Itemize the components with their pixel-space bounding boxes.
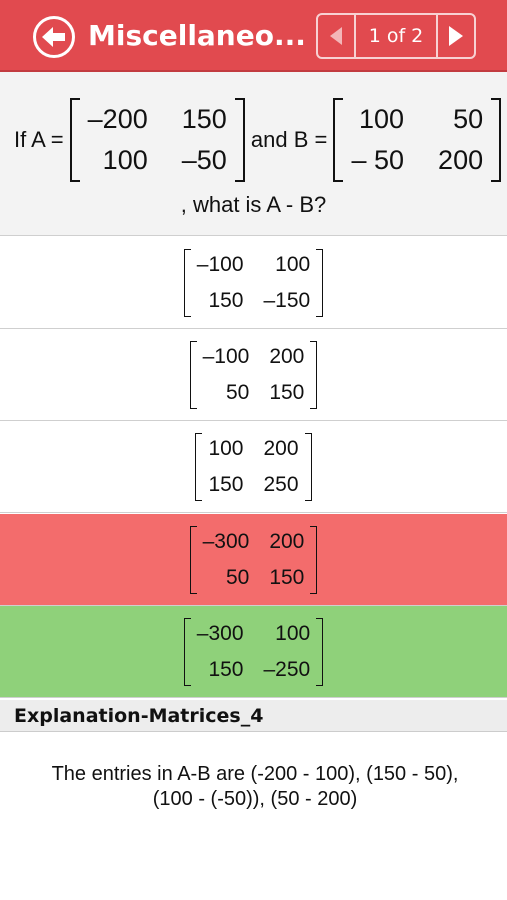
bracket-left: [183, 248, 191, 317]
matrix-a-cell: –200: [87, 104, 148, 134]
option-cell: –250: [263, 657, 311, 681]
matrix-b-cell: 200: [438, 145, 484, 175]
next-question-button[interactable]: [436, 15, 474, 57]
question-middle: and B =: [244, 127, 334, 152]
option-cell: 100: [275, 621, 311, 645]
option-cell: 200: [269, 344, 305, 368]
option-matrix: –100 100 150 –150: [183, 248, 324, 317]
answer-option-2[interactable]: –100 200 50 150: [0, 329, 507, 421]
option-cell: 50: [225, 380, 250, 404]
option-cell: 150: [208, 472, 244, 496]
option-cell: 200: [263, 436, 299, 460]
bracket-right: [310, 525, 318, 594]
explanation-header: Explanation-Matrices_4: [0, 700, 507, 732]
question-statement: If A = –200 150 100 –50 and B = 100 50 –…: [14, 90, 502, 190]
option-matrix: –300 100 150 –250: [183, 617, 324, 686]
matrix-b: 100 50 – 50 200: [333, 98, 502, 182]
bracket-right: [316, 617, 324, 686]
question-suffix: , what is A - B?: [180, 192, 327, 217]
question-panel: If A = –200 150 100 –50 and B = 100 50 –…: [0, 72, 507, 236]
matrix-b-cell: 50: [453, 104, 484, 134]
bracket-right: [316, 248, 324, 317]
bracket-right: [304, 432, 312, 501]
bracket-left: [195, 432, 203, 501]
answer-option-3[interactable]: 100 200 150 250: [0, 421, 507, 513]
explanation-title: Explanation-Matrices_4: [14, 705, 264, 727]
header-bar: Miscellaneo... 1 of 2: [0, 0, 507, 72]
option-cell: –100: [196, 252, 244, 276]
triangle-right-icon: [449, 26, 463, 46]
question-prefix: If A =: [14, 127, 70, 152]
bracket-right: [491, 98, 502, 182]
option-cell: 250: [263, 472, 299, 496]
option-cell: 50: [225, 565, 250, 589]
option-cell: 100: [208, 436, 244, 460]
matrix-a: –200 150 100 –50: [69, 98, 245, 182]
matrix-a-cell: –50: [181, 145, 227, 175]
option-cell: –300: [196, 621, 244, 645]
page-title: Miscellaneo...: [88, 19, 306, 52]
bracket-left: [189, 525, 197, 594]
back-arrow-icon: [42, 27, 65, 47]
option-cell: 150: [208, 288, 244, 312]
option-matrix: –100 200 50 150: [189, 340, 318, 409]
triangle-left-icon: [330, 27, 342, 45]
question-pager: 1 of 2: [316, 13, 476, 59]
answer-option-5-correct[interactable]: –300 100 150 –250: [0, 606, 507, 698]
option-matrix: 100 200 150 250: [195, 432, 312, 501]
option-cell: –150: [263, 288, 311, 312]
page-counter: 1 of 2: [368, 25, 424, 47]
option-cell: 150: [269, 380, 305, 404]
option-cell: –100: [202, 344, 250, 368]
bracket-left: [189, 340, 197, 409]
explanation-text: The entries in A-B are (-200 - 100), (15…: [51, 763, 459, 810]
option-cell: 150: [208, 657, 244, 681]
bracket-left: [69, 98, 80, 182]
matrix-a-cell: 100: [102, 145, 148, 175]
answer-option-1[interactable]: –100 100 150 –150: [0, 237, 507, 329]
back-button[interactable]: [33, 16, 75, 58]
answer-option-4-wrong[interactable]: –300 200 50 150: [0, 514, 507, 606]
bracket-left: [333, 98, 344, 182]
option-cell: 200: [269, 529, 305, 553]
option-cell: 150: [269, 565, 305, 589]
bracket-right: [310, 340, 318, 409]
option-matrix: –300 200 50 150: [189, 525, 318, 594]
bracket-right: [234, 98, 245, 182]
matrix-a-cell: 150: [181, 104, 227, 134]
option-cell: –300: [202, 529, 250, 553]
option-cell: 100: [275, 252, 311, 276]
previous-question-button[interactable]: [318, 15, 356, 57]
matrix-b-cell: – 50: [351, 145, 405, 175]
matrix-b-cell: 100: [358, 104, 405, 134]
bracket-left: [183, 617, 191, 686]
